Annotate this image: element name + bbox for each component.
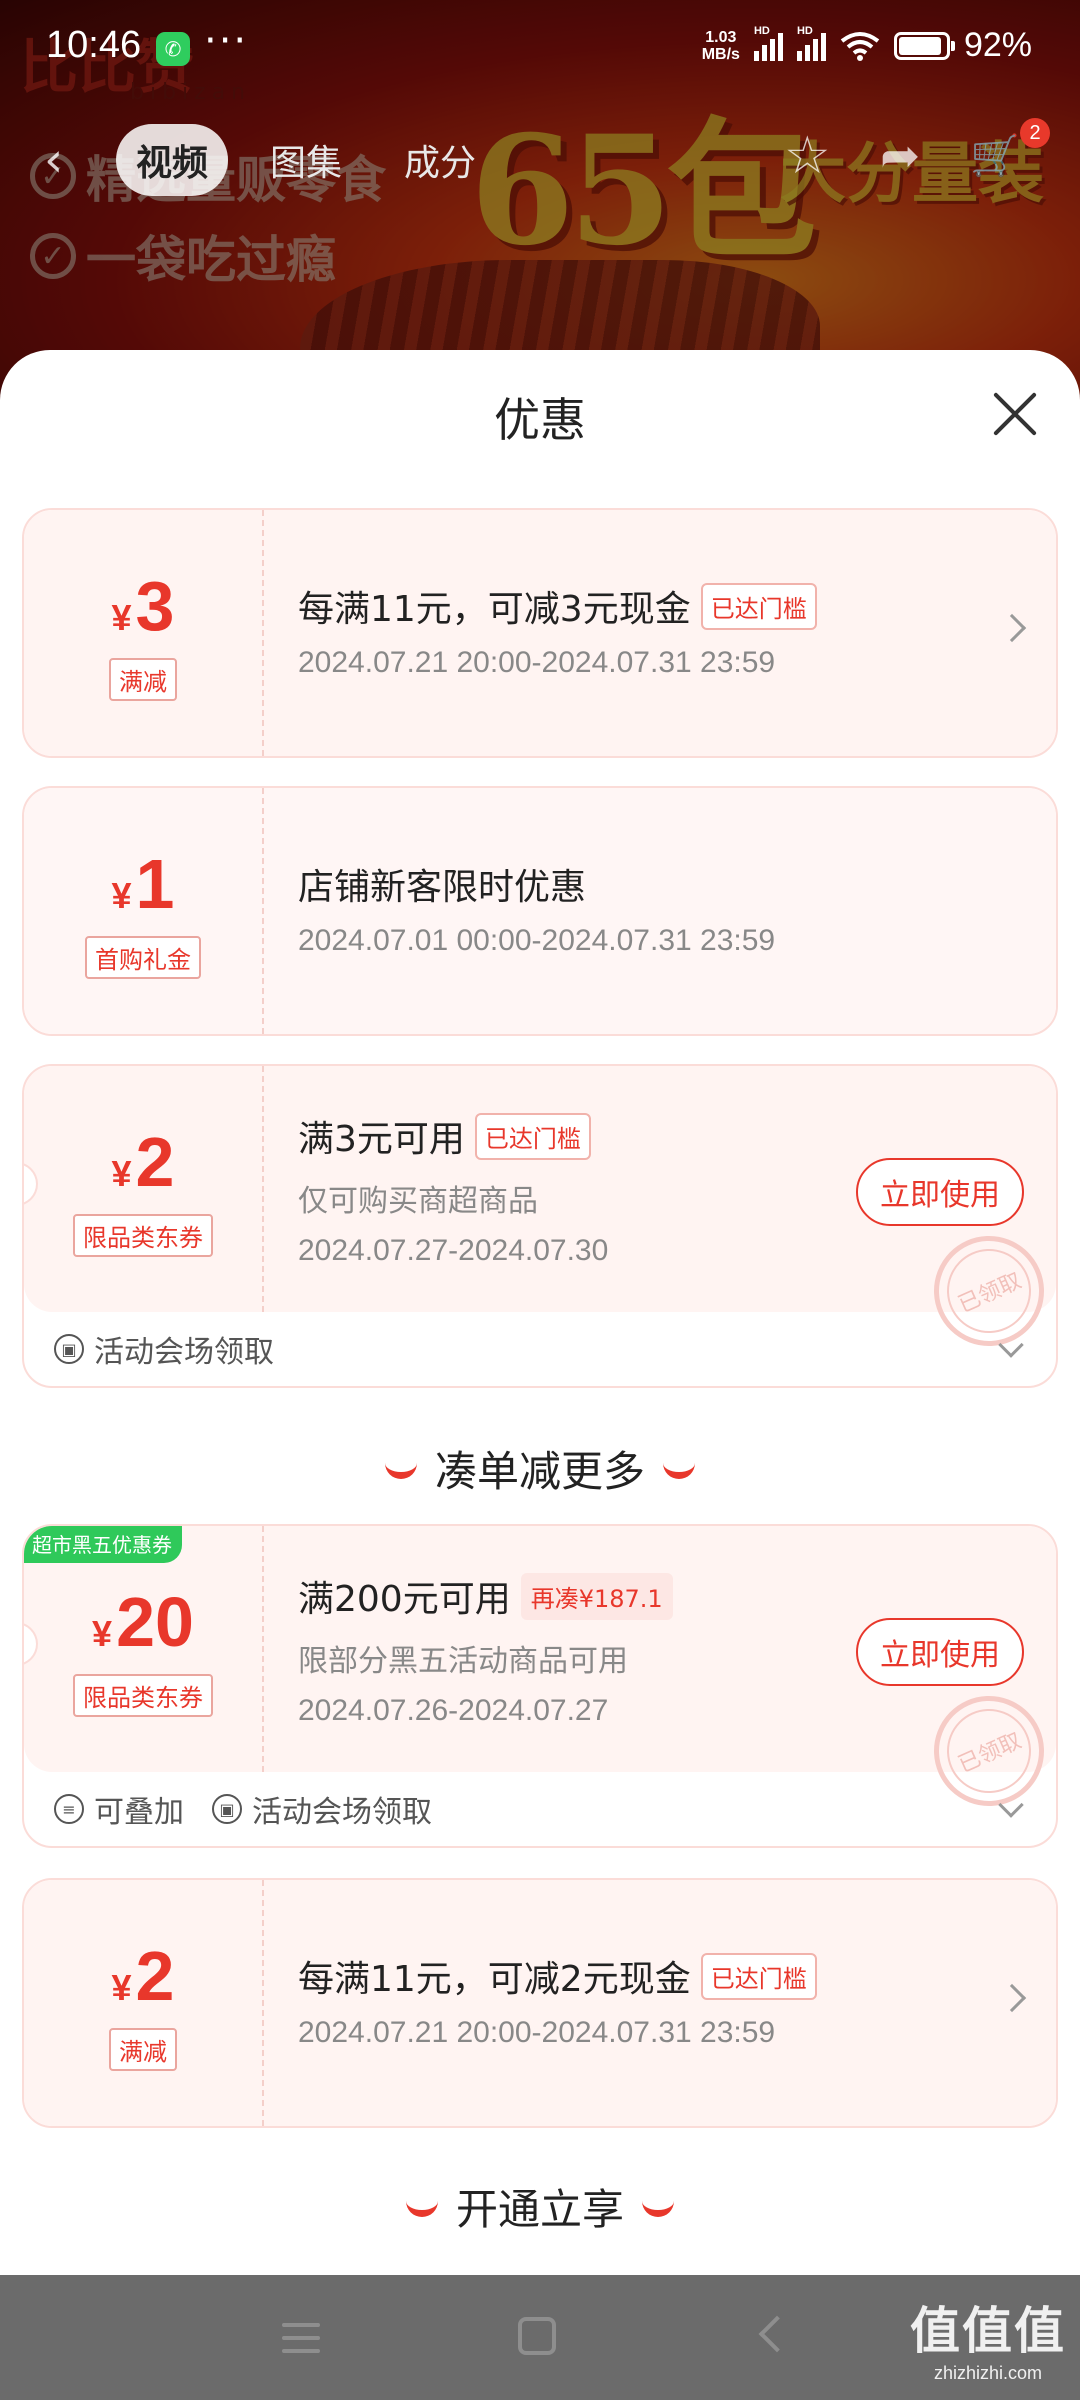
- section-more-discounts: 凑单减更多: [0, 1438, 1080, 1499]
- coupon-card[interactable]: ¥2 限品类东券 满3元可用 已达门槛 仅可购买商超商品 2024.07.27-2…: [22, 1064, 1058, 1388]
- favorite-icon[interactable]: ☆: [784, 126, 831, 186]
- coupon-type: 限品类东券: [73, 1673, 213, 1717]
- battery-icon: [893, 31, 955, 60]
- coupon-value: ¥3 满减: [24, 510, 264, 756]
- cart-icon[interactable]: 🛒: [970, 132, 1020, 179]
- coupon-title: 每满11元，可减2元现金: [298, 1959, 691, 2000]
- coupon-card[interactable]: 超市黑五优惠券 ¥20 限品类东券 满200元可用 再凑¥187.1 限部分黑五活…: [22, 1524, 1058, 1848]
- coupon-value: ¥2 满减: [24, 1880, 264, 2126]
- tab-video[interactable]: 视频: [116, 124, 229, 196]
- coupon-title: 每满11元，可减3元现金: [298, 589, 691, 630]
- coupon-body[interactable]: ¥2 限品类东券 满3元可用 已达门槛 仅可购买商超商品 2024.07.27-2…: [24, 1066, 1056, 1364]
- recent-apps-icon[interactable]: [282, 2323, 320, 2362]
- phone-call-icon: ✆: [156, 32, 190, 66]
- smile-icon: [384, 1459, 417, 1479]
- chevron-down-icon[interactable]: [998, 1792, 1024, 1818]
- stackable-label: ≡ 可叠加: [54, 1787, 184, 1831]
- coupon-validity: 2024.07.26-2024.07.27: [298, 1694, 609, 1727]
- clock: 10:46: [46, 24, 142, 66]
- coupon-info: 每满11元，可减3元现金 已达门槛 2024.07.21 20:00-2024.0…: [298, 580, 817, 680]
- remaining-badge: 再凑¥187.1: [520, 1572, 673, 1620]
- coupon-type: 首购礼金: [85, 935, 201, 979]
- coupon-footer[interactable]: ≡ 可叠加 ▣ 活动会场领取: [24, 1772, 1056, 1846]
- close-icon[interactable]: [990, 390, 1038, 438]
- use-now-button[interactable]: 立即使用: [856, 1158, 1024, 1226]
- source-label: ▣ 活动会场领取: [212, 1787, 432, 1831]
- coupon-body[interactable]: ¥3 满减 每满11元，可减3元现金 已达门槛 2024.07.21 20:00-…: [24, 510, 1056, 756]
- cart-badge: 2: [1020, 118, 1050, 148]
- coupon-info: 满200元可用 再凑¥187.1 限部分黑五活动商品可用 2024.07.26-2…: [298, 1570, 673, 1728]
- coupon-validity: 2024.07.01 00:00-2024.07.31 23:59: [298, 924, 776, 957]
- coupon-validity: 2024.07.21 20:00-2024.07.31 23:59: [298, 646, 776, 679]
- coupon-body[interactable]: 超市黑五优惠券 ¥20 限品类东券 满200元可用 再凑¥187.1 限部分黑五活…: [24, 1526, 1056, 1824]
- coupon-amount: 20: [116, 1582, 194, 1661]
- watermark: 值值值 zhizhizhi.com: [910, 2302, 1066, 2383]
- tab-gallery[interactable]: 图集: [250, 124, 362, 196]
- coupon-type: 满减: [109, 657, 177, 701]
- chevron-right-icon[interactable]: [997, 1983, 1027, 2013]
- coupon-type: 限品类东券: [73, 1213, 213, 1257]
- signal-icon: HD: [753, 25, 783, 61]
- chevron-right-icon[interactable]: [997, 613, 1027, 643]
- coupon-title: 满3元可用: [298, 1119, 465, 1160]
- coupon-footer[interactable]: ▣ 活动会场领取: [24, 1312, 1056, 1386]
- coupon-scope: 限部分黑五活动商品可用: [298, 1644, 628, 1679]
- coupon-card[interactable]: ¥3 满减 每满11元，可减3元现金 已达门槛 2024.07.21 20:00-…: [22, 508, 1058, 758]
- coupon-info: 满3元可用 已达门槛 仅可购买商超商品 2024.07.27-2024.07.30: [298, 1110, 608, 1268]
- threshold-badge: 已达门槛: [700, 582, 817, 630]
- coupon-body[interactable]: ¥2 满减 每满11元，可减2元现金 已达门槛 2024.07.21 20:00-…: [24, 1880, 1056, 2126]
- coupon-amount: 1: [135, 844, 175, 923]
- stack-icon: ≡: [54, 1794, 84, 1824]
- back-icon[interactable]: ‹: [44, 132, 63, 188]
- ticket-icon: ▣: [212, 1794, 242, 1824]
- smile-icon: [663, 1459, 695, 1479]
- coupon-title: 店铺新客限时优惠: [298, 867, 587, 908]
- coupon-amount: 2: [135, 1936, 175, 2015]
- coupon-amount: 3: [135, 566, 175, 645]
- ticket-icon: ▣: [54, 1334, 84, 1364]
- battery-percent: 92%: [963, 26, 1032, 64]
- status-bar: 10:46 ✆ ··· 1.03 MB/s HD HD 92%: [0, 0, 1080, 100]
- coupon-sheet: 优惠 ¥3 满减 每满11元，可减3元现金 已达门槛 2024.07.21 20:…: [0, 350, 1080, 2275]
- chevron-down-icon[interactable]: [998, 1332, 1024, 1358]
- home-icon[interactable]: [518, 2317, 556, 2355]
- coupon-validity: 2024.07.21 20:00-2024.07.31 23:59: [298, 2016, 776, 2049]
- coupon-amount: 2: [135, 1122, 175, 1201]
- back-nav-icon[interactable]: [758, 2315, 796, 2353]
- coupon-type: 满减: [109, 2027, 177, 2071]
- threshold-badge: 已达门槛: [700, 1952, 817, 2000]
- status-icons: 1.03 MB/s HD HD 92%: [701, 25, 1032, 65]
- coupon-value: ¥1 首购礼金: [24, 788, 264, 1034]
- coupon-value: ¥20 限品类东券: [24, 1526, 264, 1772]
- coupon-scope: 仅可购买商超商品: [298, 1184, 538, 1219]
- coupon-validity: 2024.07.27-2024.07.30: [298, 1234, 609, 1267]
- sheet-title: 优惠: [494, 393, 586, 447]
- coupon-info: 店铺新客限时优惠 2024.07.01 00:00-2024.07.31 23:…: [298, 858, 775, 958]
- section-membership: 开通立享: [0, 2176, 1080, 2237]
- coupon-title: 满200元可用: [298, 1579, 511, 1620]
- system-nav-bar: 值值值 zhizhizhi.com: [0, 2275, 1080, 2400]
- coupon-value: ¥2 限品类东券: [24, 1066, 264, 1312]
- share-icon[interactable]: ➦: [880, 128, 920, 184]
- smile-icon: [405, 2197, 438, 2217]
- threshold-badge: 已达门槛: [474, 1112, 591, 1160]
- coupon-info: 每满11元，可减2元现金 已达门槛 2024.07.21 20:00-2024.0…: [298, 1950, 817, 2050]
- product-top-nav: ‹ 视频 图集 成分 ☆ ➦ 🛒 2: [0, 118, 1080, 198]
- coupon-card[interactable]: ¥1 首购礼金 店铺新客限时优惠 2024.07.01 00:00-2024.0…: [22, 786, 1058, 1036]
- coupon-card[interactable]: ¥2 满减 每满11元，可减2元现金 已达门槛 2024.07.21 20:00-…: [22, 1878, 1058, 2128]
- use-now-button[interactable]: 立即使用: [856, 1618, 1024, 1686]
- wifi-icon: [840, 31, 880, 61]
- smile-icon: [642, 2197, 674, 2217]
- network-speed: 1.03 MB/s: [701, 28, 740, 63]
- media-tabs: 视频 图集 成分: [116, 124, 496, 196]
- coupon-body[interactable]: ¥1 首购礼金 店铺新客限时优惠 2024.07.01 00:00-2024.0…: [24, 788, 1056, 1034]
- tab-ingredients[interactable]: 成分: [384, 124, 496, 196]
- more-notifications-icon: ···: [204, 18, 249, 64]
- source-label: ▣ 活动会场领取: [54, 1327, 274, 1371]
- signal-icon-2: HD: [796, 25, 826, 61]
